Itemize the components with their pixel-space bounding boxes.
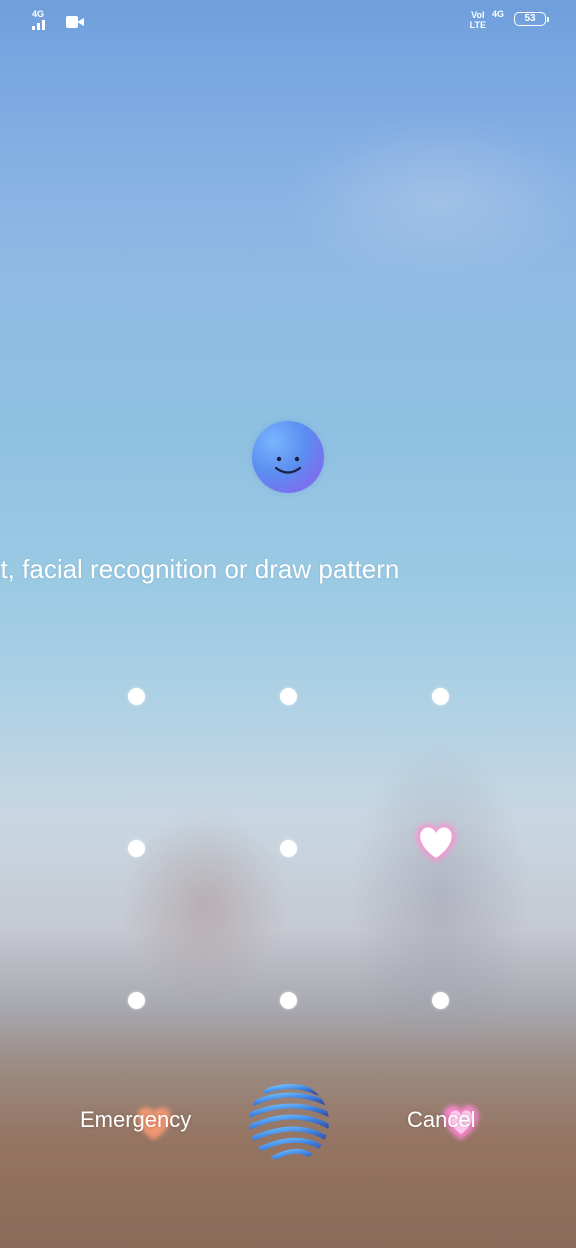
- cancel-label: Cancel: [407, 1107, 476, 1132]
- pattern-dot-2[interactable]: [280, 688, 297, 705]
- pattern-dot-7[interactable]: [128, 992, 145, 1009]
- pattern-dot-8[interactable]: [280, 992, 297, 1009]
- status-bar: 4G Vol LTE 4G 53: [0, 0, 576, 42]
- smiley-face-icon: [252, 421, 324, 493]
- volte-icon: Vol LTE: [470, 10, 486, 30]
- network-type-label-right: 4G: [491, 9, 504, 19]
- volte-bottom-label: LTE: [469, 20, 486, 30]
- status-bar-right: Vol LTE 4G 53: [470, 9, 549, 30]
- emergency-label: Emergency: [80, 1107, 192, 1132]
- signal-icon: 4G: [32, 10, 52, 30]
- pattern-dot-4[interactable]: [128, 840, 145, 857]
- pattern-dot-5[interactable]: [280, 840, 297, 857]
- pattern-dot-9[interactable]: [432, 992, 449, 1009]
- status-bar-left: 4G: [32, 10, 84, 30]
- volte-top-label: Vol: [471, 10, 485, 20]
- fingerprint-globe-icon[interactable]: [248, 1081, 330, 1163]
- network-type-label: 4G: [32, 9, 45, 19]
- video-camera-icon: [66, 16, 84, 28]
- lock-screen: 4G Vol LTE 4G 53 nt, facial recognition …: [0, 0, 576, 1248]
- battery-icon: 53: [514, 12, 549, 26]
- cancel-button[interactable]: Cancel: [407, 1105, 475, 1135]
- battery-level: 53: [524, 13, 536, 24]
- pattern-dot-1[interactable]: [128, 688, 145, 705]
- unlock-hint-label: nt, facial recognition or draw pattern: [0, 554, 400, 584]
- heart-icon: [416, 823, 456, 862]
- emergency-button[interactable]: Emergency: [80, 1105, 191, 1135]
- unlock-hint-text: nt, facial recognition or draw pattern: [0, 553, 576, 585]
- pattern-dot-3[interactable]: [432, 688, 449, 705]
